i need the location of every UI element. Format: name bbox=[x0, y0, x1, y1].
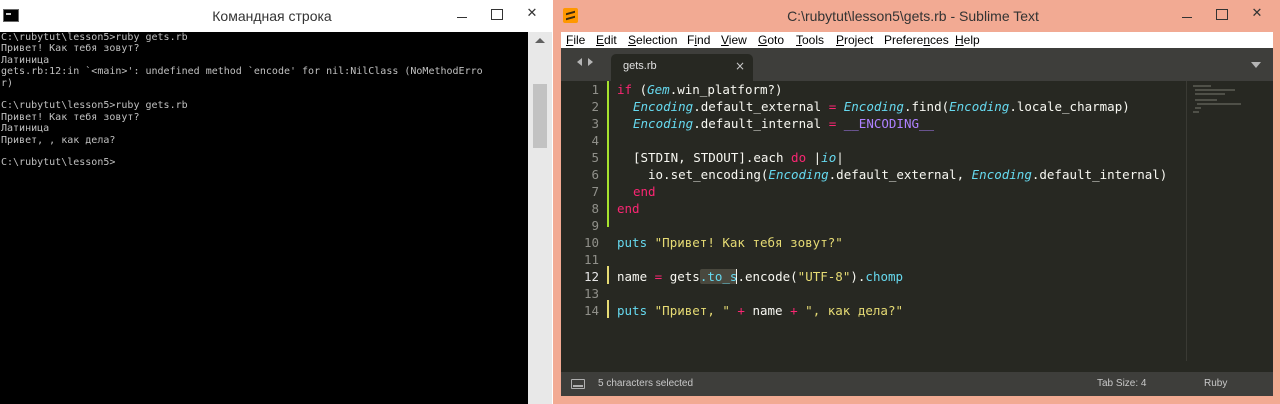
console-line: Латиница bbox=[1, 123, 50, 135]
command-prompt-window: Командная строка ✕ C:\rubytut\lesson5>ru… bbox=[0, 0, 552, 404]
console-line: Привет! Как тебя зовут? bbox=[1, 43, 140, 55]
menu-edit[interactable]: Edit bbox=[596, 33, 617, 47]
line-number: 10 bbox=[583, 235, 599, 250]
console-line: C:\rubytut\lesson5>ruby gets.rb bbox=[1, 100, 188, 112]
minimap-line bbox=[1195, 107, 1201, 109]
menu-selection[interactable]: Selection bbox=[628, 33, 677, 47]
minimap-line bbox=[1195, 93, 1225, 95]
code-line-10: puts "Привет! Как тебя зовут?" bbox=[617, 235, 843, 250]
sublime-app-icon[interactable] bbox=[563, 8, 578, 23]
minimap-line bbox=[1195, 99, 1217, 101]
menu-file[interactable]: File bbox=[566, 33, 585, 47]
tab-bar: gets.rb × bbox=[561, 48, 1273, 81]
console-line: r) bbox=[1, 77, 14, 89]
console-line: Латиница bbox=[1, 54, 50, 66]
text-selection[interactable]: .to_s bbox=[699, 269, 738, 284]
line-number-active: 12 bbox=[583, 269, 599, 284]
modified-line-marker bbox=[607, 300, 609, 318]
cmd-scrollbar-thumb[interactable] bbox=[533, 84, 547, 148]
console-line: Привет! Как тебя зовут? bbox=[1, 111, 140, 123]
line-number: 4 bbox=[591, 133, 599, 148]
line-number: 6 bbox=[591, 167, 599, 182]
tab-label: gets.rb bbox=[623, 60, 657, 72]
cmd-console-output[interactable]: C:\rubytut\lesson5>ruby gets.rb Привет! … bbox=[0, 32, 528, 404]
line-number: 7 bbox=[591, 184, 599, 199]
line-number: 3 bbox=[591, 116, 599, 131]
menu-goto[interactable]: Goto bbox=[758, 33, 784, 47]
menu-preferences[interactable]: Preferences bbox=[884, 33, 949, 47]
code-editor[interactable]: 1 2 3 4 5 6 7 8 9 10 11 12 13 14 if (Gem… bbox=[561, 81, 1273, 372]
cmd-vertical-scrollbar[interactable] bbox=[528, 32, 552, 404]
line-number: 1 bbox=[591, 82, 599, 97]
status-bar: 5 characters selected Tab Size: 4 Ruby bbox=[561, 372, 1273, 396]
tab-nav-left-icon[interactable] bbox=[577, 58, 582, 66]
minimap[interactable] bbox=[1189, 81, 1273, 372]
line-number: 8 bbox=[591, 201, 599, 216]
line-number: 9 bbox=[591, 218, 599, 233]
sublime-window-title: C:\rubytut\lesson5\gets.rb - Sublime Tex… bbox=[787, 8, 1039, 24]
scroll-up-arrow-icon[interactable] bbox=[535, 38, 545, 43]
menu-view[interactable]: View bbox=[721, 33, 747, 47]
selection-status: 5 characters selected bbox=[598, 378, 694, 389]
tab-nav-right-icon[interactable] bbox=[588, 58, 593, 66]
code-line-5: [STDIN, STDOUT].each do |io| bbox=[633, 150, 844, 165]
cmd-minimize-icon[interactable] bbox=[452, 4, 472, 24]
console-line: Привет, , как дела? bbox=[1, 134, 116, 146]
minimap-line bbox=[1197, 103, 1241, 105]
console-line: C:\rubytut\lesson5>ruby gets.rb bbox=[1, 32, 188, 43]
cmd-maximize-icon[interactable] bbox=[486, 4, 506, 24]
menu-project[interactable]: Project bbox=[836, 33, 873, 47]
minimap-divider bbox=[1186, 81, 1187, 361]
tab-close-icon[interactable]: × bbox=[735, 59, 745, 73]
code-line-3: Encoding.default_internal = __ENCODING__ bbox=[633, 116, 935, 131]
tab-size-selector[interactable]: Tab Size: 4 bbox=[1097, 378, 1146, 389]
minimap-line bbox=[1193, 85, 1211, 87]
sublime-maximize-icon[interactable] bbox=[1211, 4, 1231, 24]
code-area[interactable]: if (Gem.win_platform?) Encoding.default_… bbox=[617, 81, 1197, 372]
cmd-close-icon[interactable]: ✕ bbox=[522, 4, 542, 24]
sublime-minimize-icon[interactable] bbox=[1177, 4, 1197, 24]
code-line-2: Encoding.default_external = Encoding.fin… bbox=[633, 99, 1130, 114]
code-line-12: name = gets.to_s.encode("UTF-8").chomp bbox=[617, 269, 904, 284]
line-number: 14 bbox=[583, 303, 599, 318]
menu-tools[interactable]: Tools bbox=[796, 33, 824, 47]
line-number: 5 bbox=[591, 150, 599, 165]
line-number: 13 bbox=[583, 286, 599, 301]
code-line-8: end bbox=[617, 201, 640, 216]
cmd-titlebar[interactable]: Командная строка ✕ bbox=[0, 0, 552, 32]
minimap-line bbox=[1193, 111, 1199, 113]
menu-help[interactable]: Help bbox=[955, 33, 980, 47]
cmd-app-icon[interactable] bbox=[3, 9, 19, 22]
panel-toggle-icon[interactable] bbox=[571, 379, 585, 389]
sublime-close-icon[interactable]: ✕ bbox=[1247, 4, 1267, 24]
code-line-1: if (Gem.win_platform?) bbox=[617, 82, 783, 97]
syntax-selector[interactable]: Ruby bbox=[1204, 378, 1227, 389]
menu-find[interactable]: Find bbox=[687, 33, 710, 47]
console-line: C:\rubytut\lesson5> bbox=[1, 157, 116, 169]
line-number-gutter: 1 2 3 4 5 6 7 8 9 10 11 12 13 14 bbox=[561, 81, 611, 372]
code-line-14: puts "Привет, " + name + ", как дела?" bbox=[617, 303, 904, 318]
modified-line-marker bbox=[607, 266, 609, 284]
tab-gets-rb[interactable]: gets.rb × bbox=[611, 54, 753, 81]
menu-bar: File Edit Selection Find View Goto Tools… bbox=[561, 32, 1273, 48]
sublime-titlebar[interactable]: C:\rubytut\lesson5\gets.rb - Sublime Tex… bbox=[553, 0, 1280, 32]
line-number: 2 bbox=[591, 99, 599, 114]
tab-list-dropdown-icon[interactable] bbox=[1251, 62, 1261, 68]
cmd-window-title: Командная строка bbox=[212, 8, 332, 24]
line-number: 11 bbox=[583, 252, 599, 267]
sublime-text-window: C:\rubytut\lesson5\gets.rb - Sublime Tex… bbox=[553, 0, 1280, 404]
console-line: gets.rb:12:in `<main>': undefined method… bbox=[1, 66, 483, 78]
code-line-6: io.set_encoding(Encoding.default_externa… bbox=[648, 167, 1168, 182]
added-lines-marker bbox=[607, 81, 609, 227]
code-line-7: end bbox=[633, 184, 656, 199]
minimap-line bbox=[1195, 89, 1235, 91]
